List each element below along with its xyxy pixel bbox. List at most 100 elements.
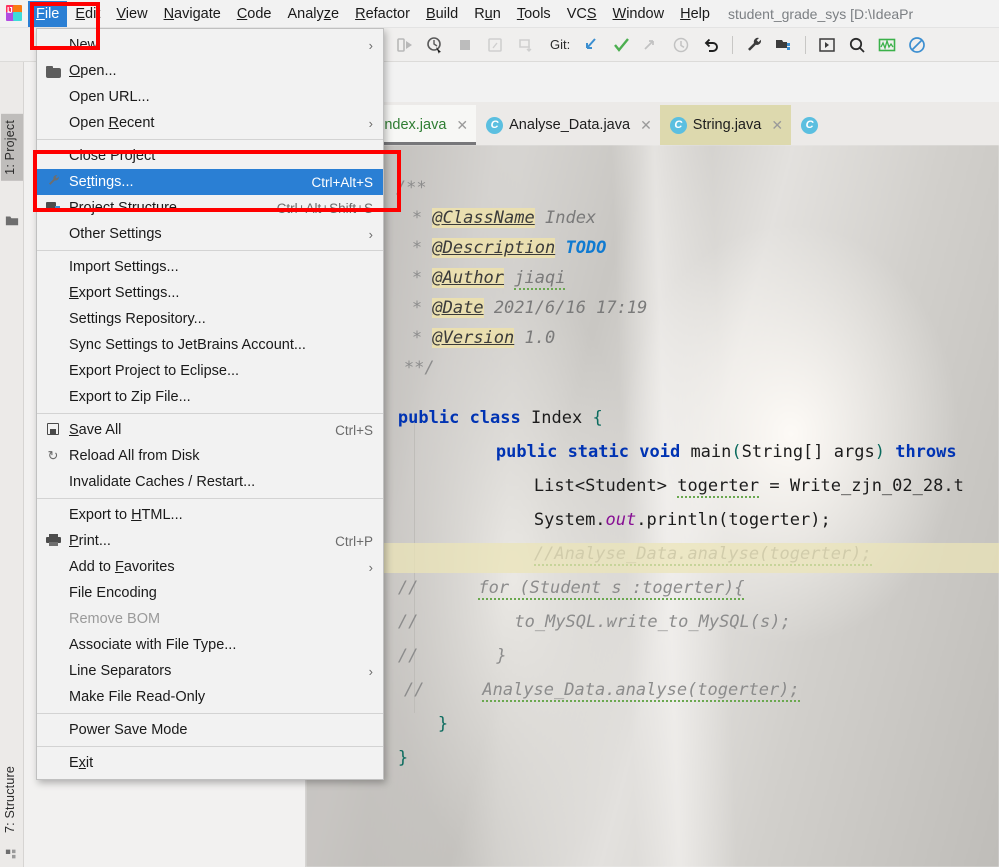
menu-view[interactable]: View <box>108 1 155 27</box>
menu-analyze[interactable]: Analyze <box>280 1 348 27</box>
editor-tab-string[interactable]: C String.java ✕ <box>659 105 792 145</box>
code-line: * @Version 1.0 <box>411 328 556 348</box>
menu-item-make-file-read-only[interactable]: Make File Read-Only <box>37 684 383 710</box>
code-line: **/ <box>403 358 435 378</box>
project-structure-icon <box>37 201 69 216</box>
code-line: * @ClassName Index <box>411 208 597 228</box>
menu-code[interactable]: Code <box>229 1 280 27</box>
menu-item-settings-repository[interactable]: Settings Repository... <box>37 306 383 332</box>
menu-item-file-encoding[interactable]: File Encoding <box>37 580 383 606</box>
menu-separator <box>37 413 383 414</box>
menu-item-label: Settings Repository... <box>69 311 206 327</box>
menu-item-line-separators[interactable]: Line Separators › <box>37 658 383 684</box>
menu-build[interactable]: Build <box>418 1 466 27</box>
menu-navigate[interactable]: Navigate <box>156 1 229 27</box>
no-access-button[interactable] <box>902 30 932 60</box>
editor-tab-label: String.java <box>692 117 762 133</box>
search-icon <box>850 37 865 53</box>
menu-file[interactable]: FFileile <box>28 0 68 27</box>
sidebar-item-project[interactable]: 1: Project <box>1 114 23 181</box>
close-icon[interactable]: ✕ <box>456 117 468 134</box>
select-in-button[interactable] <box>812 30 842 60</box>
menu-item-save-all[interactable]: Save All Ctrl+S <box>37 417 383 443</box>
git-commit-button[interactable] <box>606 30 636 60</box>
menu-item-label: Exit <box>69 755 94 771</box>
menu-item-label: Add to Favorites <box>69 559 175 575</box>
editor-tab-analyse-data[interactable]: C Analyse_Data.java ✕ <box>476 105 660 145</box>
menu-item-open-recent[interactable]: Open Recent › <box>37 110 383 136</box>
project-structure-button[interactable] <box>769 30 799 60</box>
menu-item-export-eclipse[interactable]: Export Project to Eclipse... <box>37 358 383 384</box>
menu-window[interactable]: Window <box>605 1 673 27</box>
wrench-icon <box>37 173 69 191</box>
git-update-button[interactable] <box>576 30 606 60</box>
menu-bar: IJ FFileile Edit View Navigate Code Anal… <box>0 0 999 28</box>
save-icon <box>37 422 69 438</box>
menu-item-export-settings[interactable]: Export Settings... <box>37 280 383 306</box>
database-button[interactable] <box>872 30 902 60</box>
menu-run[interactable]: Run <box>466 1 509 27</box>
menu-item-export-html[interactable]: Export to HTML... <box>37 502 383 528</box>
menu-refactor[interactable]: Refactor <box>347 1 418 27</box>
menu-item-label: Sync Settings to JetBrains Account... <box>69 337 306 353</box>
menu-item-new[interactable]: New › <box>37 32 383 58</box>
menu-edit[interactable]: Edit <box>67 1 108 27</box>
menu-item-print[interactable]: Print... Ctrl+P <box>37 528 383 554</box>
code-line: public static void main(String[] args) t… <box>495 442 957 462</box>
menu-vcs[interactable]: VCS <box>559 1 605 27</box>
menu-item-label: Reload All from Disk <box>69 448 200 464</box>
menu-item-reload-all[interactable]: ↻ Reload All from Disk <box>37 443 383 469</box>
git-push-button[interactable] <box>636 30 666 60</box>
editor-tab-label: Analyse_Data.java <box>509 117 631 133</box>
menu-separator <box>37 139 383 140</box>
menu-item-exit[interactable]: Exit <box>37 750 383 776</box>
run-button[interactable] <box>390 30 420 60</box>
coverage-button[interactable] <box>480 30 510 60</box>
profile-button[interactable] <box>510 30 540 60</box>
menu-item-power-save-mode[interactable]: Power Save Mode <box>37 717 383 743</box>
search-everywhere-button[interactable] <box>842 30 872 60</box>
code-text[interactable]: /** * @ClassName Index * @Description TO… <box>306 145 999 867</box>
stop-button[interactable] <box>450 30 480 60</box>
code-line: //to_MySQL.write_to_MySQL(s); <box>397 612 791 632</box>
settings-button[interactable] <box>739 30 769 60</box>
debug-button[interactable] <box>420 30 450 60</box>
menu-item-sync-settings[interactable]: Sync Settings to JetBrains Account... <box>37 332 383 358</box>
menu-item-open[interactable]: Open... <box>37 58 383 84</box>
class-icon: C <box>669 116 687 134</box>
menu-item-invalidate-caches[interactable]: Invalidate Caches / Restart... <box>37 469 383 495</box>
menu-item-settings[interactable]: Settings... Ctrl+Alt+S <box>37 169 383 195</box>
chevron-right-icon: › <box>368 559 373 575</box>
git-rollback-button[interactable] <box>696 30 726 60</box>
class-icon: C <box>801 116 819 134</box>
menu-item-add-to-favorites[interactable]: Add to Favorites › <box>37 554 383 580</box>
menu-item-associate-file-type[interactable]: Associate with File Type... <box>37 632 383 658</box>
menu-item-label: Export Project to Eclipse... <box>69 363 240 379</box>
forbidden-icon <box>909 36 926 53</box>
code-line: System.out.println(togerter); <box>533 510 831 530</box>
menu-help[interactable]: Help <box>672 1 718 27</box>
menu-item-project-structure[interactable]: Project Structure... Ctrl+Alt+Shift+S <box>37 195 383 221</box>
reload-icon: ↻ <box>47 448 59 463</box>
menu-item-open-url[interactable]: Open URL... <box>37 84 383 110</box>
menu-item-import-settings[interactable]: Import Settings... <box>37 254 383 280</box>
sidebar-item-structure[interactable]: 7: Structure <box>1 760 23 839</box>
menu-item-label: Export to HTML... <box>69 507 183 523</box>
code-editor[interactable]: /** * @ClassName Index * @Description TO… <box>306 145 999 867</box>
menu-item-label: Open... <box>69 63 117 79</box>
chevron-right-icon: › <box>368 115 373 131</box>
git-history-button[interactable] <box>666 30 696 60</box>
editor-tab-overflow[interactable]: C <box>791 105 826 145</box>
menu-item-other-settings[interactable]: Other Settings › <box>37 221 383 247</box>
close-icon[interactable]: ✕ <box>771 117 783 134</box>
file-dropdown-menu[interactable]: New › Open... Open URL... Open Recent › … <box>36 28 384 780</box>
debug-icon <box>427 36 441 54</box>
menu-item-export-zip[interactable]: Export to Zip File... <box>37 384 383 410</box>
printer-icon <box>37 533 69 549</box>
menu-tools[interactable]: Tools <box>509 1 559 27</box>
editor-vertical-scrollbar[interactable] <box>987 145 999 867</box>
folder-icon <box>5 216 19 226</box>
close-icon[interactable]: ✕ <box>640 117 652 134</box>
coverage-icon <box>488 37 502 52</box>
menu-item-close-project[interactable]: Close Project <box>37 143 383 169</box>
